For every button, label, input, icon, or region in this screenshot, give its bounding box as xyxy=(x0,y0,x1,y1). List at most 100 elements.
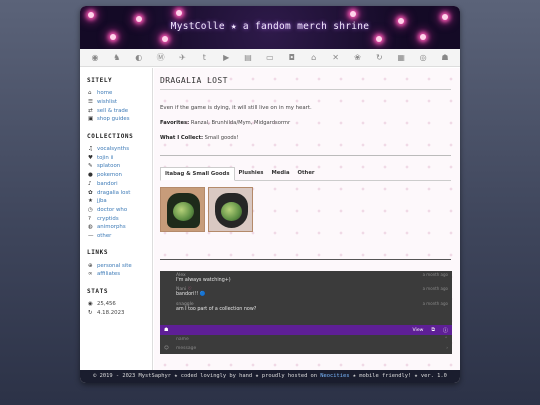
sidebar-item-home[interactable]: ⌂ home xyxy=(88,89,152,98)
sidebar-item-doctor-who[interactable]: ◷ doctor who xyxy=(88,206,152,215)
message-placeholder: message xyxy=(176,346,197,351)
folder-icon[interactable]: ▭ xyxy=(265,53,275,62)
sidebar-item-pokemon[interactable]: ● pokemon xyxy=(88,171,152,180)
tumblr-icon[interactable]: ◉ xyxy=(90,53,100,62)
dragon-icon: ✿ xyxy=(88,189,93,196)
dash-icon: — xyxy=(88,232,94,239)
tab-plushies[interactable]: Plushies xyxy=(235,167,268,181)
sync-icon: ↻ xyxy=(88,309,93,316)
tab-media[interactable]: Media xyxy=(267,167,293,181)
banner-star-decoration xyxy=(176,10,182,16)
sidebar-item-splatoon[interactable]: ✎ splatoon xyxy=(88,162,152,171)
collect-line: What I Collect: Small goods! xyxy=(160,135,451,141)
divider xyxy=(160,155,451,156)
sidebar-item-shop-guides[interactable]: ▣ shop guides xyxy=(88,115,152,124)
instagram-icon[interactable]: ◎ xyxy=(418,53,428,62)
sidebar-links-list: ⊕ personal site ∞ affiliates xyxy=(88,261,152,278)
social-navbar: ◉ ♞ ◐ Ⓜ ✈ t ▶ ▤ ▭ ◘ ⌂ ✕ ❀ ↻ ▦ ◎ ☗ xyxy=(80,49,460,67)
neocities-link[interactable]: Neocities xyxy=(320,373,349,379)
crossed-swords-icon[interactable]: ✕ xyxy=(331,53,341,62)
bird-icon[interactable]: ✈ xyxy=(177,53,187,62)
sidebar-item-label: shop guides xyxy=(97,116,130,123)
divider xyxy=(160,259,451,260)
camera-icon[interactable]: ◘ xyxy=(287,53,297,62)
sidebar-item-affiliates[interactable]: ∞ affiliates xyxy=(88,270,152,279)
sidebar-item-label: home xyxy=(97,90,113,97)
sidebar-item-wishlist[interactable]: ☰ wishlist xyxy=(88,98,152,107)
globe-icon: ⊕ xyxy=(88,262,93,269)
chevron-up-icon[interactable]: ⌃ xyxy=(444,337,448,342)
external-link-icon[interactable]: ⧉ xyxy=(431,327,435,333)
chat-text: bandori!! xyxy=(176,292,199,298)
sidebar-item-personal-site[interactable]: ⊕ personal site xyxy=(88,261,152,270)
home-icon[interactable]: ⌂ xyxy=(309,53,319,62)
photo-gallery xyxy=(160,187,451,232)
intro-text: Even if the game is dying, it will still… xyxy=(160,105,312,111)
sidebar-item-label: animorphs xyxy=(97,224,126,231)
page-title: DRAGALIA LOST xyxy=(160,76,451,90)
sidebar-heading-sitely: SITELY xyxy=(87,77,113,84)
sidebar-item-sell-trade[interactable]: ⇄ sell & trade xyxy=(88,106,152,115)
refresh-icon[interactable]: ↻ xyxy=(374,53,384,62)
chat-time: a month ago xyxy=(422,300,448,306)
footer-credits-end: ★ mobile friendly! ★ ver. 1.0 xyxy=(352,373,447,379)
question-icon: ? xyxy=(88,215,91,222)
sidebar: SITELY ⌂ home ☰ wishlist ⇄ sell & trade ▣ shop … xyxy=(80,68,153,370)
info-icon[interactable]: ⓘ xyxy=(443,327,448,334)
banner-star-decoration xyxy=(350,11,356,17)
star-icon: ★ xyxy=(88,198,93,205)
collect-label: What I Collect: xyxy=(160,135,204,141)
site-frame: MystColle ★ a fandom merch shrine ◉ ♞ ◐ … xyxy=(80,6,460,383)
stat-value: 25,456 xyxy=(97,301,116,308)
main-content: DRAGALIA LOST Even if the game is dying,… xyxy=(154,68,460,370)
user-icon[interactable]: ☗ xyxy=(164,327,168,333)
sidebar-item-label: doctor who xyxy=(97,206,128,213)
eye-icon: ◉ xyxy=(88,301,93,308)
sidebar-item-label: vocalsynths xyxy=(97,146,130,153)
send-icon[interactable]: › xyxy=(446,346,448,351)
smiley-icon[interactable]: ☺ xyxy=(164,346,176,351)
chat-time: a month ago xyxy=(422,286,448,292)
sidebar-item-label: splatoon xyxy=(97,163,121,170)
tumblr-letter-icon[interactable]: t xyxy=(199,53,209,62)
chatbox: Alex a month ago I'm always watching+) N… xyxy=(160,271,452,354)
sidebar-sitely-list: ⌂ home ☰ wishlist ⇄ sell & trade ▣ shop guides xyxy=(88,89,152,124)
sidebar-item-label: dragalia lost xyxy=(97,189,131,196)
chat-time: a month ago xyxy=(422,272,448,277)
itabag-photo[interactable] xyxy=(208,187,253,232)
sidebar-item-cryptids[interactable]: ? cryptids xyxy=(88,214,152,223)
home-icon: ⌂ xyxy=(88,90,92,97)
name-input[interactable]: name ⌃ xyxy=(160,335,452,344)
sidebar-heading-collections: COLLECTIONS xyxy=(87,132,134,140)
twitch-icon[interactable]: ▤ xyxy=(243,53,253,62)
mastodon-icon[interactable]: ♞ xyxy=(112,53,122,62)
sidebar-item-label: pokemon xyxy=(97,172,122,179)
view-button[interactable]: View xyxy=(413,328,424,333)
tab-other[interactable]: Other xyxy=(294,167,319,181)
youtube-icon[interactable]: ▶ xyxy=(221,53,231,62)
sidebar-item-other[interactable]: — other xyxy=(88,232,152,241)
sidebar-item-label: other xyxy=(97,232,112,239)
game-icon[interactable]: ▦ xyxy=(396,53,406,62)
sidebar-item-dragalia-lost[interactable]: ✿ dragalia lost xyxy=(88,188,152,197)
sidebar-item-bandori[interactable]: ♪ bandori xyxy=(88,180,152,189)
sidebar-item-tojin-ii[interactable]: ♥ tojin ii xyxy=(88,153,152,162)
chat-text: I'm always watching+) xyxy=(176,278,231,283)
stat-item-25-456: ◉ 25,456 xyxy=(88,300,152,309)
pikachu-icon[interactable]: ❀ xyxy=(352,53,362,62)
sidebar-item-vocalsynths[interactable]: ♫ vocalsynths xyxy=(88,145,152,154)
tab-itabag[interactable]: Itabag & Small Goods xyxy=(160,167,235,181)
message-input[interactable]: ☺ message › xyxy=(160,344,452,353)
sidebar-item-jjba[interactable]: ★ jjba xyxy=(88,197,152,206)
sidebar-item-label: cryptids xyxy=(97,215,119,222)
name-placeholder: name xyxy=(176,337,189,342)
site-title: MystColle ★ a fandom merch shrine xyxy=(170,21,370,32)
favorites-line: Favorites: Ranzal, Brunhilda/Mym, Midgar… xyxy=(160,120,451,126)
tumblr-t-icon[interactable]: Ⓜ xyxy=(156,53,166,62)
itabag-photo[interactable] xyxy=(160,187,205,232)
twitter-icon[interactable]: ◐ xyxy=(134,53,144,62)
sidebar-item-animorphs[interactable]: ◍ animorphs xyxy=(88,223,152,232)
favorites-value: Ranzal, Brunhilda/Mym, Midgardsormr xyxy=(190,120,291,126)
user-group-icon[interactable]: ☗ xyxy=(440,53,450,62)
banner-star-decoration xyxy=(88,12,94,18)
